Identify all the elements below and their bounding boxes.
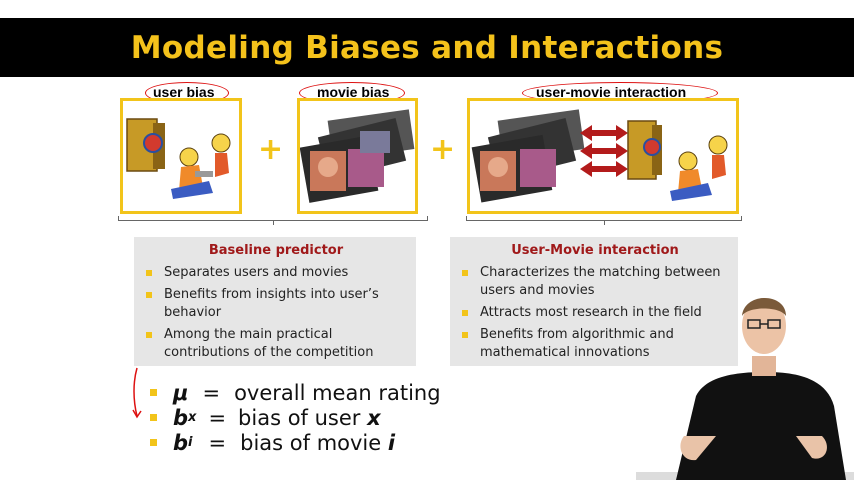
baseline-predictor-panel: Baseline predictor Separates users and m… <box>134 237 416 366</box>
slide-title: Modeling Biases and Interactions <box>130 29 724 66</box>
user-watching-tv-illustration <box>126 118 231 199</box>
slide-title-bar: Modeling Biases and Interactions <box>0 18 854 77</box>
film-reels-illustration <box>300 109 415 203</box>
bullet-square-icon <box>146 332 152 338</box>
formula-mu: μ = overall mean rating <box>150 380 441 405</box>
bi-definition: bias of movie <box>240 430 388 455</box>
bullet-square-icon <box>150 439 157 446</box>
list-item: Benefits from insights into user’s behav… <box>146 286 406 322</box>
movie-image-box <box>297 98 418 214</box>
bi-subscript: i <box>188 435 193 450</box>
list-item: Separates users and movies <box>146 264 406 282</box>
bx-subscript: x <box>188 410 197 425</box>
bias-definitions: μ = overall mean rating bx = bias of use… <box>150 380 441 455</box>
equals-sign: = <box>208 405 227 430</box>
baseline-bullet-list: Separates users and movies Benefits from… <box>146 264 406 362</box>
interaction-image-box <box>467 98 739 214</box>
bx-variable: x <box>367 405 381 430</box>
bullet-square-icon <box>462 270 468 276</box>
formula-bx: bx = bias of user x <box>150 405 441 430</box>
equals-sign: = <box>208 430 227 455</box>
bullet-square-icon <box>150 389 157 396</box>
bullet-square-icon <box>146 292 152 298</box>
plus-operator-2: + <box>430 132 456 167</box>
baseline-heading: Baseline predictor <box>208 243 344 258</box>
bullet-text: Benefits from insights into user’s behav… <box>164 287 379 320</box>
formula-bi: bi = bias of movie i <box>150 430 441 455</box>
interaction-brace <box>466 216 742 225</box>
bullet-square-icon <box>150 414 157 421</box>
bx-definition: bias of user <box>238 405 368 430</box>
baseline-brace <box>118 216 428 225</box>
red-arrow-annotation <box>132 367 142 419</box>
bullet-square-icon <box>462 310 468 316</box>
bullet-square-icon <box>462 332 468 338</box>
bi-symbol: b <box>173 430 189 455</box>
equals-sign: = <box>202 380 221 405</box>
plus-operator-1: + <box>258 132 284 167</box>
user-image-box <box>120 98 242 214</box>
bx-symbol: b <box>173 405 189 430</box>
bullet-text: Among the main practical contributions o… <box>164 327 374 360</box>
mu-symbol: μ <box>173 380 189 405</box>
mu-definition: overall mean rating <box>234 380 441 405</box>
interaction-heading: User-Movie interaction <box>511 243 679 258</box>
user-movie-interaction-illustration <box>471 109 728 203</box>
bullet-square-icon <box>146 270 152 276</box>
list-item: Among the main practical contributions o… <box>146 326 406 362</box>
presenter-video-overlay <box>636 298 854 480</box>
bullet-text: Separates users and movies <box>164 265 349 280</box>
bi-variable: i <box>387 430 396 455</box>
